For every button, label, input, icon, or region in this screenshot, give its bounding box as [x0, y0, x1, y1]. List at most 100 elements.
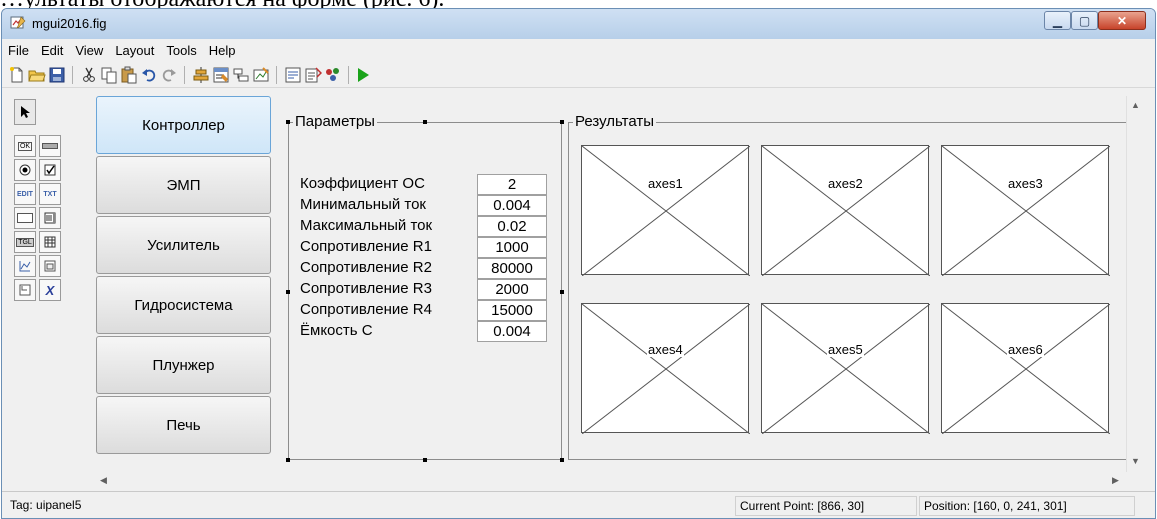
axes-cross: [582, 146, 750, 276]
results-panel-title: Результаты: [573, 113, 656, 130]
selection-handle[interactable]: [560, 120, 564, 124]
menu-editor-icon[interactable]: [212, 66, 230, 84]
axes-cross: [582, 304, 750, 434]
title-bar: mgui2016.fig ▁ ▢ ✕: [2, 9, 1155, 39]
axes-tag: axes3: [1007, 176, 1044, 191]
status-bar: Tag: uipanel5 Current Point: [866, 30] P…: [2, 491, 1155, 518]
run-icon[interactable]: [354, 66, 372, 84]
param-label: Сопротивление R2: [300, 259, 432, 276]
select-arrow-icon[interactable]: [14, 99, 36, 125]
component-palette: OK EDIT TXT TGL X: [14, 99, 81, 469]
menu-edit[interactable]: Edit: [35, 43, 69, 58]
save-icon[interactable]: [48, 66, 66, 84]
toolbar-editor-icon[interactable]: [252, 66, 270, 84]
axes-placeholder[interactable]: axes6: [941, 303, 1110, 434]
cut-icon[interactable]: [80, 66, 98, 84]
axes-placeholder[interactable]: axes2: [761, 145, 930, 276]
push-button-icon[interactable]: OK: [14, 135, 36, 157]
toggle-button-icon[interactable]: TGL: [14, 231, 36, 253]
edit-text-icon[interactable]: EDIT: [14, 183, 36, 205]
param-field[interactable]: 0.02: [477, 216, 547, 237]
close-button[interactable]: ✕: [1098, 11, 1146, 30]
activex-icon[interactable]: X: [39, 279, 61, 301]
open-icon[interactable]: [28, 66, 46, 84]
axes-placeholder[interactable]: axes1: [581, 145, 750, 276]
copy-icon[interactable]: [100, 66, 118, 84]
axes-icon[interactable]: [14, 255, 36, 277]
axes-cross: [762, 304, 930, 434]
param-field[interactable]: 15000: [477, 300, 547, 321]
listbox-icon[interactable]: [39, 207, 61, 229]
table-icon[interactable]: [39, 231, 61, 253]
param-label: Сопротивление R4: [300, 301, 432, 318]
selection-handle[interactable]: [423, 458, 427, 462]
align-icon[interactable]: [192, 66, 210, 84]
radio-button-icon[interactable]: [14, 159, 36, 181]
scroll-left-icon[interactable]: ◀: [100, 475, 107, 486]
param-field[interactable]: 80000: [477, 258, 547, 279]
selection-handle[interactable]: [423, 120, 427, 124]
axes-tag: axes4: [647, 342, 684, 357]
paste-icon[interactable]: [120, 66, 138, 84]
param-label: Максимальный ток: [300, 217, 433, 234]
param-field[interactable]: 2: [477, 174, 547, 195]
menu-file[interactable]: File: [2, 43, 35, 58]
parameters-panel[interactable]: Параметры Коэффициент ОС 2 Минимальный т…: [288, 113, 562, 460]
param-field[interactable]: 0.004: [477, 195, 547, 216]
selection-handle[interactable]: [286, 290, 290, 294]
tab-button-controller[interactable]: Контроллер: [96, 96, 271, 154]
scroll-down-icon[interactable]: ▼: [1131, 456, 1140, 466]
close-icon: ✕: [1116, 13, 1128, 28]
param-label: Ёмкость С: [300, 322, 373, 339]
selection-handle[interactable]: [560, 290, 564, 294]
static-text-icon[interactable]: TXT: [39, 183, 61, 205]
results-panel[interactable]: Результаты axes1 axes2 axes3 axes4 axes5: [568, 113, 1126, 460]
minimize-button[interactable]: ▁: [1044, 11, 1071, 30]
popup-menu-icon[interactable]: [14, 207, 36, 229]
checkbox-icon[interactable]: [39, 159, 61, 181]
axes-cross: [762, 146, 930, 276]
tab-button-emp[interactable]: ЭМП: [96, 156, 271, 214]
param-label: Сопротивление R1: [300, 238, 432, 255]
panel-icon[interactable]: [39, 255, 61, 277]
redo-icon[interactable]: [160, 66, 178, 84]
tab-button-plunger[interactable]: Плунжер: [96, 336, 271, 394]
param-field[interactable]: 1000: [477, 237, 547, 258]
figure-icon: [10, 16, 26, 29]
menu-view[interactable]: View: [69, 43, 109, 58]
new-icon[interactable]: [8, 66, 26, 84]
selection-handle[interactable]: [286, 120, 290, 124]
menu-layout[interactable]: Layout: [109, 43, 160, 58]
menu-help[interactable]: Help: [203, 43, 242, 58]
param-field[interactable]: 0.004: [477, 321, 547, 342]
menu-tools[interactable]: Tools: [160, 43, 202, 58]
selection-handle[interactable]: [560, 458, 564, 462]
param-field[interactable]: 2000: [477, 279, 547, 300]
scroll-up-icon[interactable]: ▲: [1131, 100, 1140, 110]
status-tag: Tag: uipanel5: [10, 498, 82, 512]
slider-icon[interactable]: [39, 135, 61, 157]
property-inspector-icon[interactable]: [304, 66, 322, 84]
status-position: Position: [160, 0, 241, 301]: [919, 496, 1135, 516]
axes-cross: [942, 304, 1110, 434]
tab-button-hydraulics[interactable]: Гидросистема: [96, 276, 271, 334]
mfile-editor-icon[interactable]: [284, 66, 302, 84]
selection-handle[interactable]: [286, 458, 290, 462]
object-browser-icon[interactable]: [324, 66, 342, 84]
maximize-button[interactable]: ▢: [1071, 11, 1098, 30]
menu-bar: File Edit View Layout Tools Help: [2, 40, 1155, 61]
axes-tag: axes1: [647, 176, 684, 191]
vertical-scrollbar[interactable]: ▲ ▼: [1126, 96, 1143, 472]
axes-placeholder[interactable]: axes5: [761, 303, 930, 434]
tab-order-icon[interactable]: [232, 66, 250, 84]
tab-button-amplifier[interactable]: Усилитель: [96, 216, 271, 274]
button-group-icon[interactable]: [14, 279, 36, 301]
undo-icon[interactable]: [140, 66, 158, 84]
horizontal-scrollbar[interactable]: ◀ ▶: [96, 472, 1126, 489]
tab-button-furnace[interactable]: Печь: [96, 396, 271, 454]
scroll-right-icon[interactable]: ▶: [1112, 475, 1119, 486]
axes-placeholder[interactable]: axes4: [581, 303, 750, 434]
axes-placeholder[interactable]: axes3: [941, 145, 1110, 276]
param-label: Коэффициент ОС: [300, 175, 425, 192]
window-title: mgui2016.fig: [32, 16, 107, 31]
